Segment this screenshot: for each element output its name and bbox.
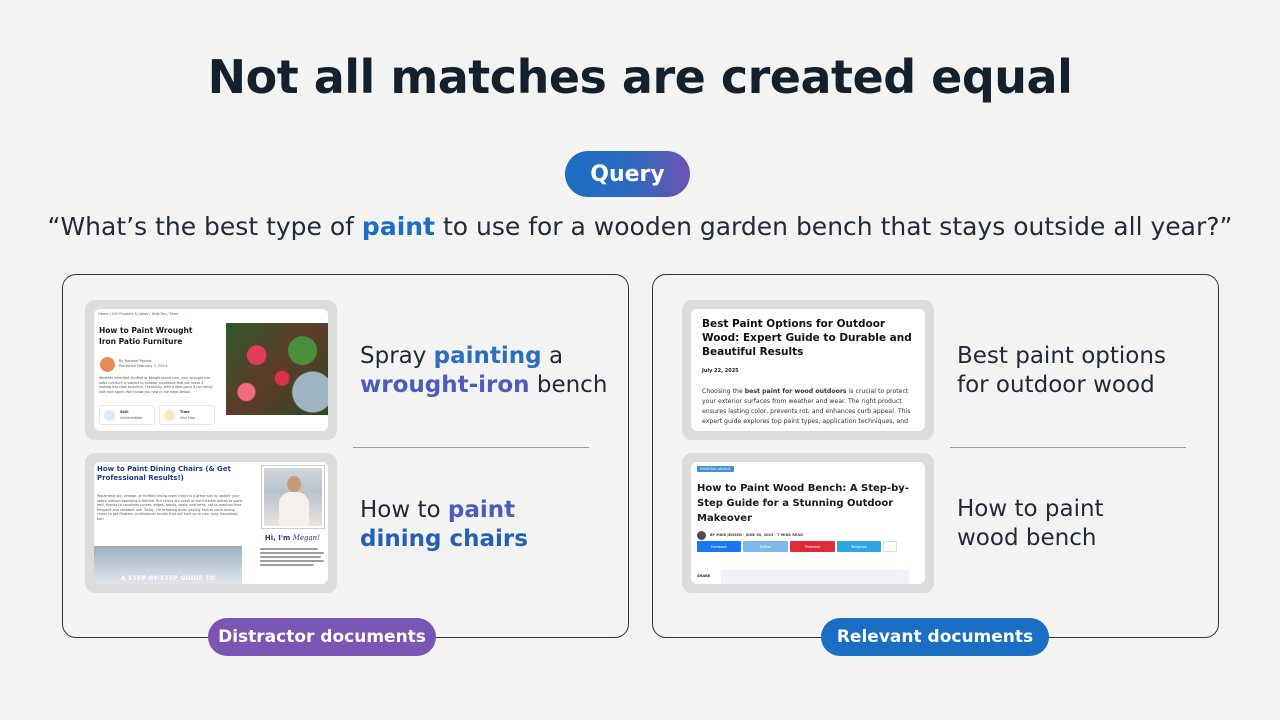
query-text-rest: to use for a wooden garden bench that st… [435,212,1233,241]
label-text: a [541,343,564,369]
author-avatar [100,357,115,372]
skill-value: Intermediate [120,416,143,420]
relevant-panel: Best Paint Options for Outdoor Wood: Exp… [652,274,1219,638]
divider [950,447,1186,448]
greeting-name: Megan! [292,534,320,542]
thumb-intro: Repainting old, vintage, or thrifted din… [97,494,242,521]
distractor-thumb-dining-chairs[interactable]: How to Paint Dining Chairs (& Get Profes… [85,453,337,593]
thumb-date: July 22, 2025 [702,368,739,374]
relevant-label-2: How to paint wood bench [957,495,1104,553]
distractor-label-1: Spray painting a wrought-iron bench [360,342,607,400]
time-value: One Day [180,416,196,420]
label-keyword: painting [433,343,542,369]
author-avatar [697,531,706,540]
thumb-title: How to Paint Dining Chairs (& Get Profes… [97,465,231,482]
share-label: SHARE [697,574,711,578]
category-tag: PAINTING ADVICE [697,466,734,472]
skill-box: Skill Intermediate [99,405,155,425]
thumb-published: Published February 3, 2024 [119,364,167,368]
thumb-page: Home / DIY Projects & Ideas / How-Tos / … [94,309,328,431]
thumb-page: Best Paint Options for Outdoor Wood: Exp… [691,309,925,431]
query-text: “What’s the best type of paint to use fo… [0,212,1280,241]
twitter-share-button[interactable]: Twitter [743,541,788,552]
relevant-label-1: Best paint options for outdoor wood [957,342,1166,400]
distractor-label-2: How to paint dining chairs [360,496,528,554]
label-keyword: dining chairs [360,526,528,552]
room-caption: A STEP-BY-STEP GUIDE TO [120,575,216,582]
intro-text: Choosing the [702,388,745,395]
thumb-intro: Choosing the best paint for wood outdoor… [702,387,920,427]
label-keyword: paint [447,497,516,523]
label-text: How to [360,497,448,523]
distractor-thumb-wrought-iron[interactable]: Home / DIY Projects & Ideas / How-Tos / … [85,300,337,440]
thumb-page: PAINTING ADVICE How to Paint Wood Bench:… [691,462,925,584]
skill-icon [104,410,115,421]
label-text: Best paint options [957,343,1166,369]
label-text: Spray [360,343,434,369]
more-share-button[interactable]: ··· [883,541,897,552]
divider [353,447,589,448]
slide-title: Not all matches are created equal [207,50,1073,104]
sidebar-text [260,548,324,568]
pinterest-share-button[interactable]: Pinterest [790,541,835,552]
label-text: bench [529,372,608,398]
relevant-thumb-wood-bench[interactable]: PAINTING ADVICE How to Paint Wood Bench:… [682,453,934,593]
label-text: How to paint [957,496,1104,522]
thumb-title: Best Paint Options for Outdoor Wood: Exp… [702,318,912,358]
text-line [260,564,315,566]
label-keyword: wrought-iron [360,372,530,398]
thumb-breadcrumb: Home / DIY Projects & Ideas / How-Tos / … [98,312,179,316]
relevant-thumb-outdoor-wood[interactable]: Best Paint Options for Outdoor Wood: Exp… [682,300,934,440]
greeting: Hi, I'm Megan! [265,534,320,542]
thumb-page: How to Paint Dining Chairs (& Get Profes… [94,462,328,584]
text-line [260,552,324,554]
thumb-title: How to Paint Wrought Iron Patio Furnitur… [99,326,193,346]
thumb-title: How to Paint Wood Bench: A Step-by-Step … [697,483,909,524]
thumb-intro: Whether inherited, thrifted or bought br… [99,376,213,394]
telegram-share-button[interactable]: Telegram [837,541,881,552]
intro-bold: best paint for wood outdoors [744,388,847,395]
label-text: for outdoor wood [957,372,1155,398]
flowers-photo [226,323,328,415]
relevant-documents-badge: Relevant documents [821,618,1049,656]
query-badge: Query [565,151,690,197]
greeting-prefix: Hi, I'm [264,534,293,542]
clock-icon [164,410,175,421]
text-line [260,560,324,562]
query-keyword: paint [361,212,436,241]
thumb-meta: BY MIKE JENSEN · JUNE 30, 2023 · 7 MINS … [710,533,803,537]
distractor-panel: Home / DIY Projects & Ideas / How-Tos / … [62,274,629,638]
content-block [721,570,909,584]
text-line [260,556,321,558]
author-head [287,476,301,492]
text-line [260,548,318,550]
author-photo [262,466,324,528]
time-box: Time One Day [159,405,215,425]
skill-label: Skill [120,410,129,414]
distractor-documents-badge: Distractor documents [208,618,436,656]
label-text: wood bench [957,525,1097,551]
facebook-share-button[interactable]: Facebook [697,541,741,552]
query-text-open: “What’s the best type of [47,212,362,241]
time-label: Time [180,410,190,414]
author-body [279,492,309,526]
